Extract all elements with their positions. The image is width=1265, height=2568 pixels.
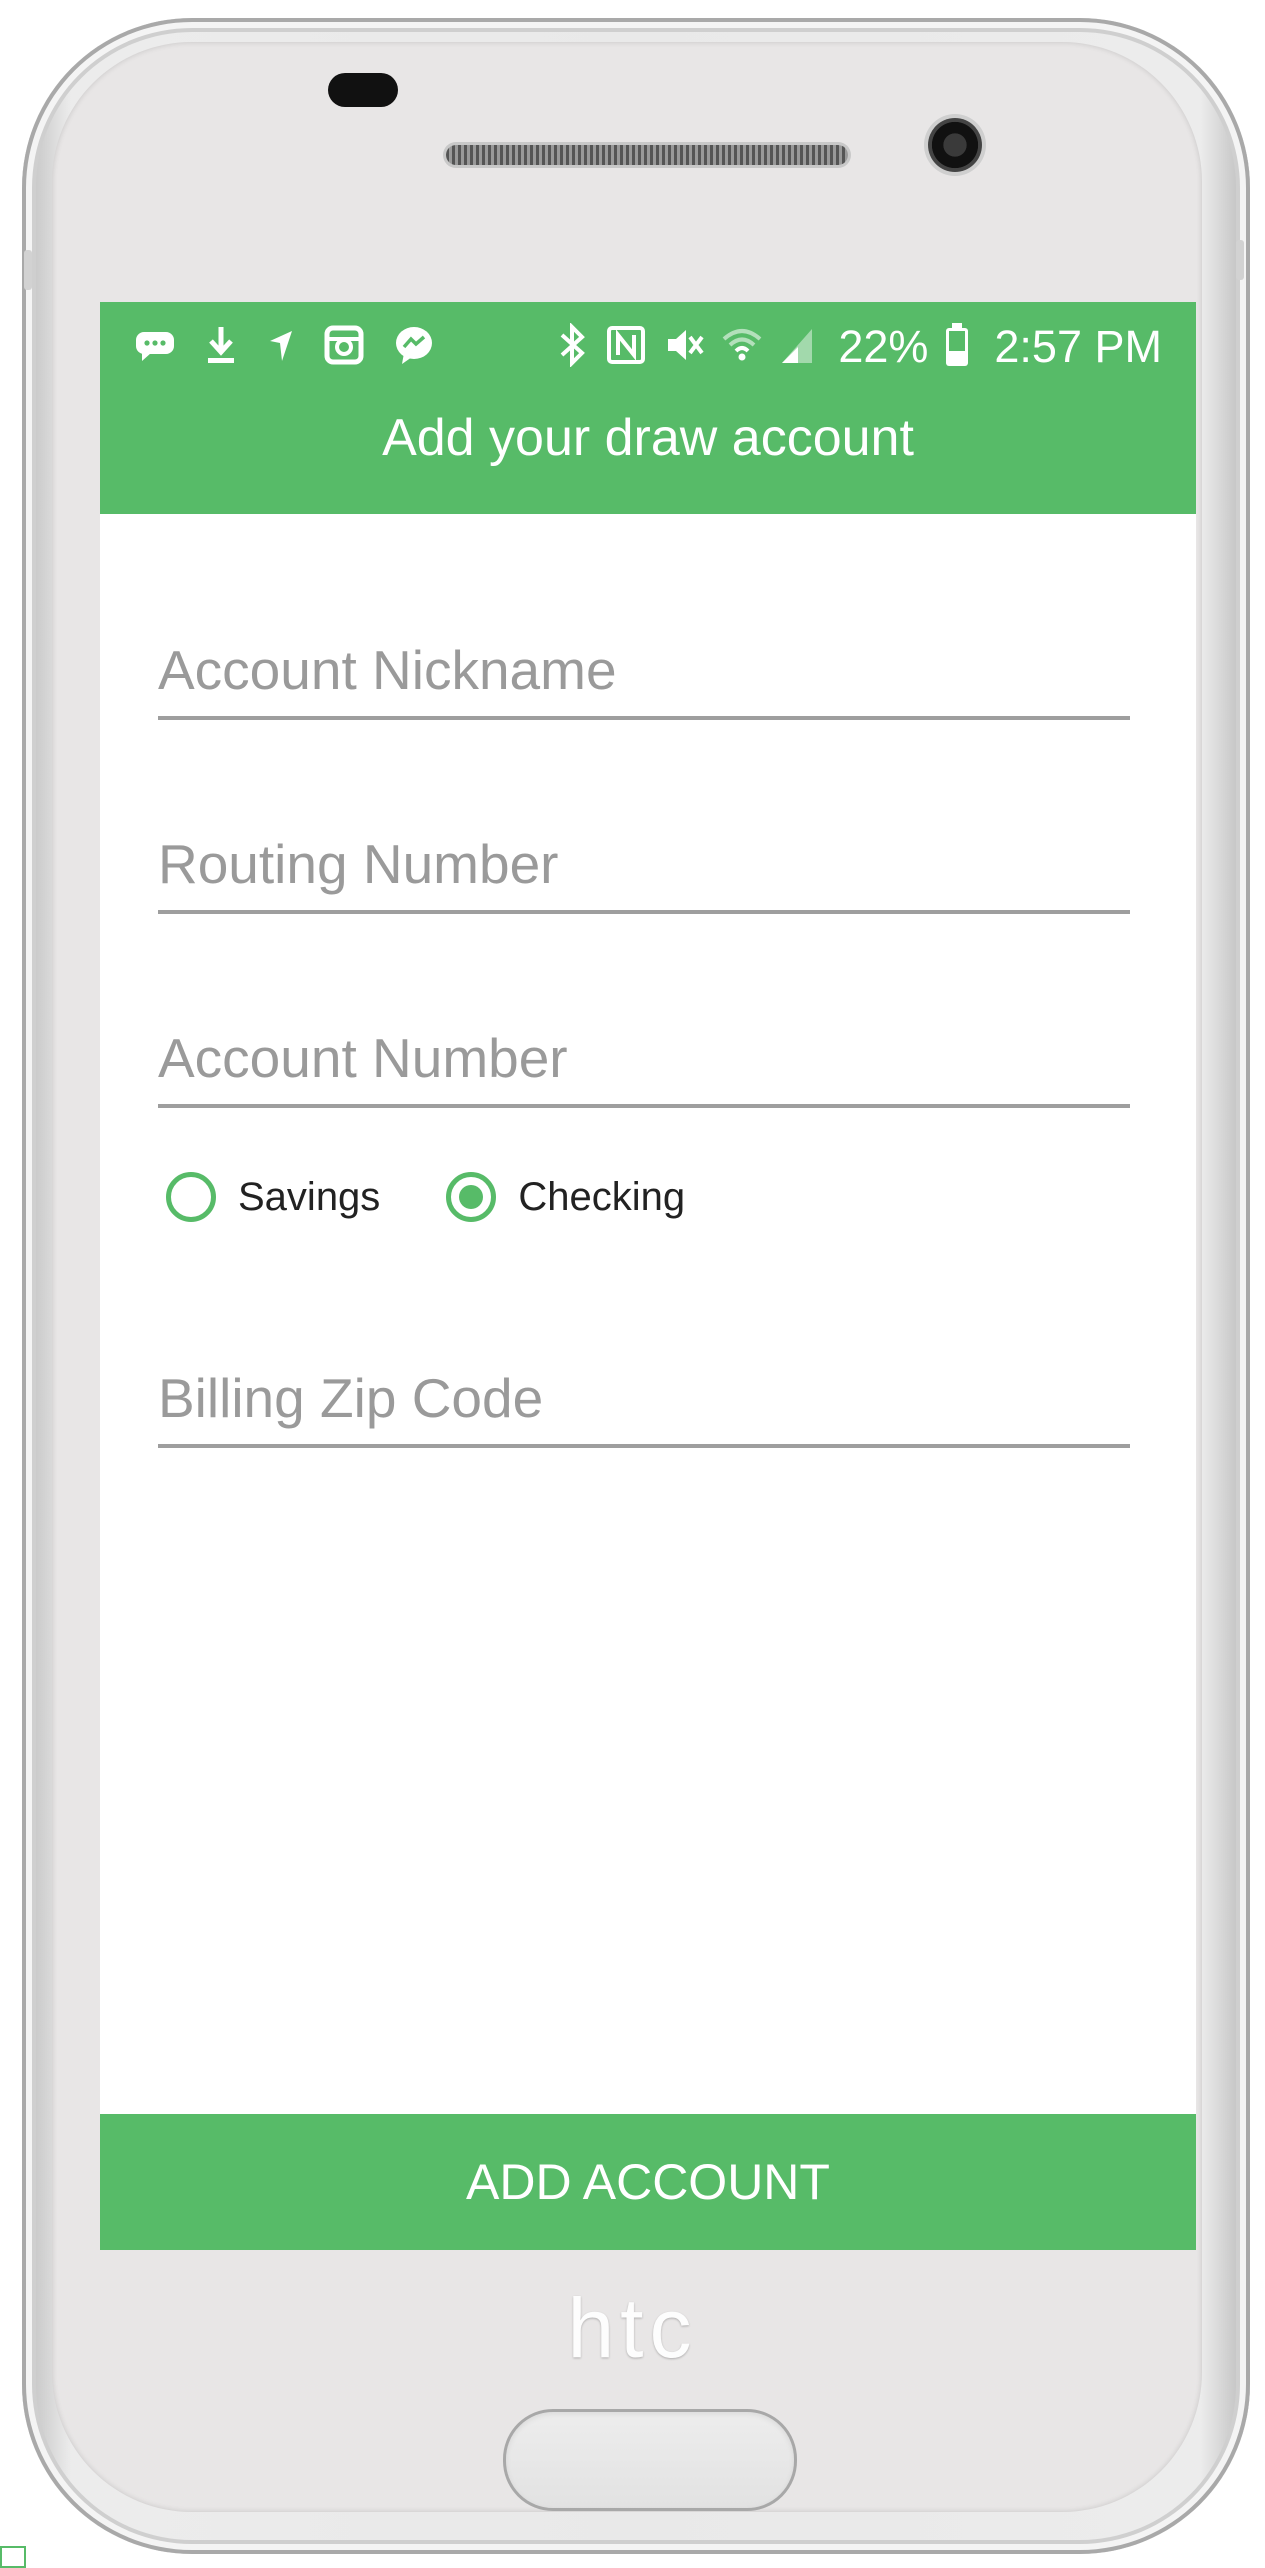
- earpiece-speaker: [446, 145, 848, 165]
- battery-icon: [946, 323, 969, 366]
- battery-percent: 22%: [838, 321, 929, 372]
- account-type-radio-group: Savings Checking: [166, 1162, 685, 1232]
- wifi-icon: [722, 325, 762, 370]
- mute-icon: [664, 325, 704, 370]
- proximity-sensor: [328, 73, 398, 107]
- savings-radio-label[interactable]: Savings: [238, 1175, 380, 1220]
- messenger-icon: [394, 325, 434, 370]
- account-nickname-field: [158, 624, 1130, 720]
- checking-radio-label[interactable]: Checking: [518, 1175, 685, 1220]
- account-number-field: [158, 1012, 1130, 1108]
- front-camera: [928, 118, 982, 172]
- checking-radio[interactable]: Checking: [446, 1172, 685, 1222]
- download-icon: [206, 325, 236, 370]
- location-icon: [266, 327, 294, 368]
- routing-number-input[interactable]: [158, 818, 1130, 910]
- billing-zip-input[interactable]: [158, 1352, 1130, 1444]
- signal-icon: [780, 325, 814, 370]
- billing-zip-field: [158, 1352, 1130, 1448]
- home-button[interactable]: [503, 2409, 797, 2511]
- app-bar: Add your draw account: [100, 392, 1196, 514]
- savings-radio-circle[interactable]: [166, 1172, 216, 1222]
- message-icon: [134, 328, 176, 367]
- bluetooth-icon: [558, 321, 588, 372]
- status-time: 2:57 PM: [994, 321, 1162, 372]
- system-status: 22% 2:57 PM: [558, 320, 1162, 374]
- page-title: Add your draw account: [382, 409, 914, 467]
- side-button-right: [1236, 240, 1244, 280]
- account-number-input[interactable]: [158, 1012, 1130, 1104]
- routing-number-field: [158, 818, 1130, 914]
- phone-screen: 22% 2:57 PM Add your draw account Saving…: [100, 302, 1196, 2250]
- corner-marker: [0, 2546, 26, 2568]
- instagram-icon: [324, 325, 364, 370]
- status-bar: 22% 2:57 PM: [100, 302, 1196, 392]
- nfc-icon: [606, 325, 646, 370]
- notification-icons: [134, 322, 434, 372]
- account-nickname-input[interactable]: [158, 624, 1130, 716]
- side-button-left: [24, 250, 32, 290]
- savings-radio[interactable]: Savings: [166, 1172, 380, 1222]
- brand-logo: htc: [567, 2281, 698, 2375]
- checking-radio-circle[interactable]: [446, 1172, 497, 1222]
- add-account-button[interactable]: ADD ACCOUNT: [100, 2114, 1196, 2250]
